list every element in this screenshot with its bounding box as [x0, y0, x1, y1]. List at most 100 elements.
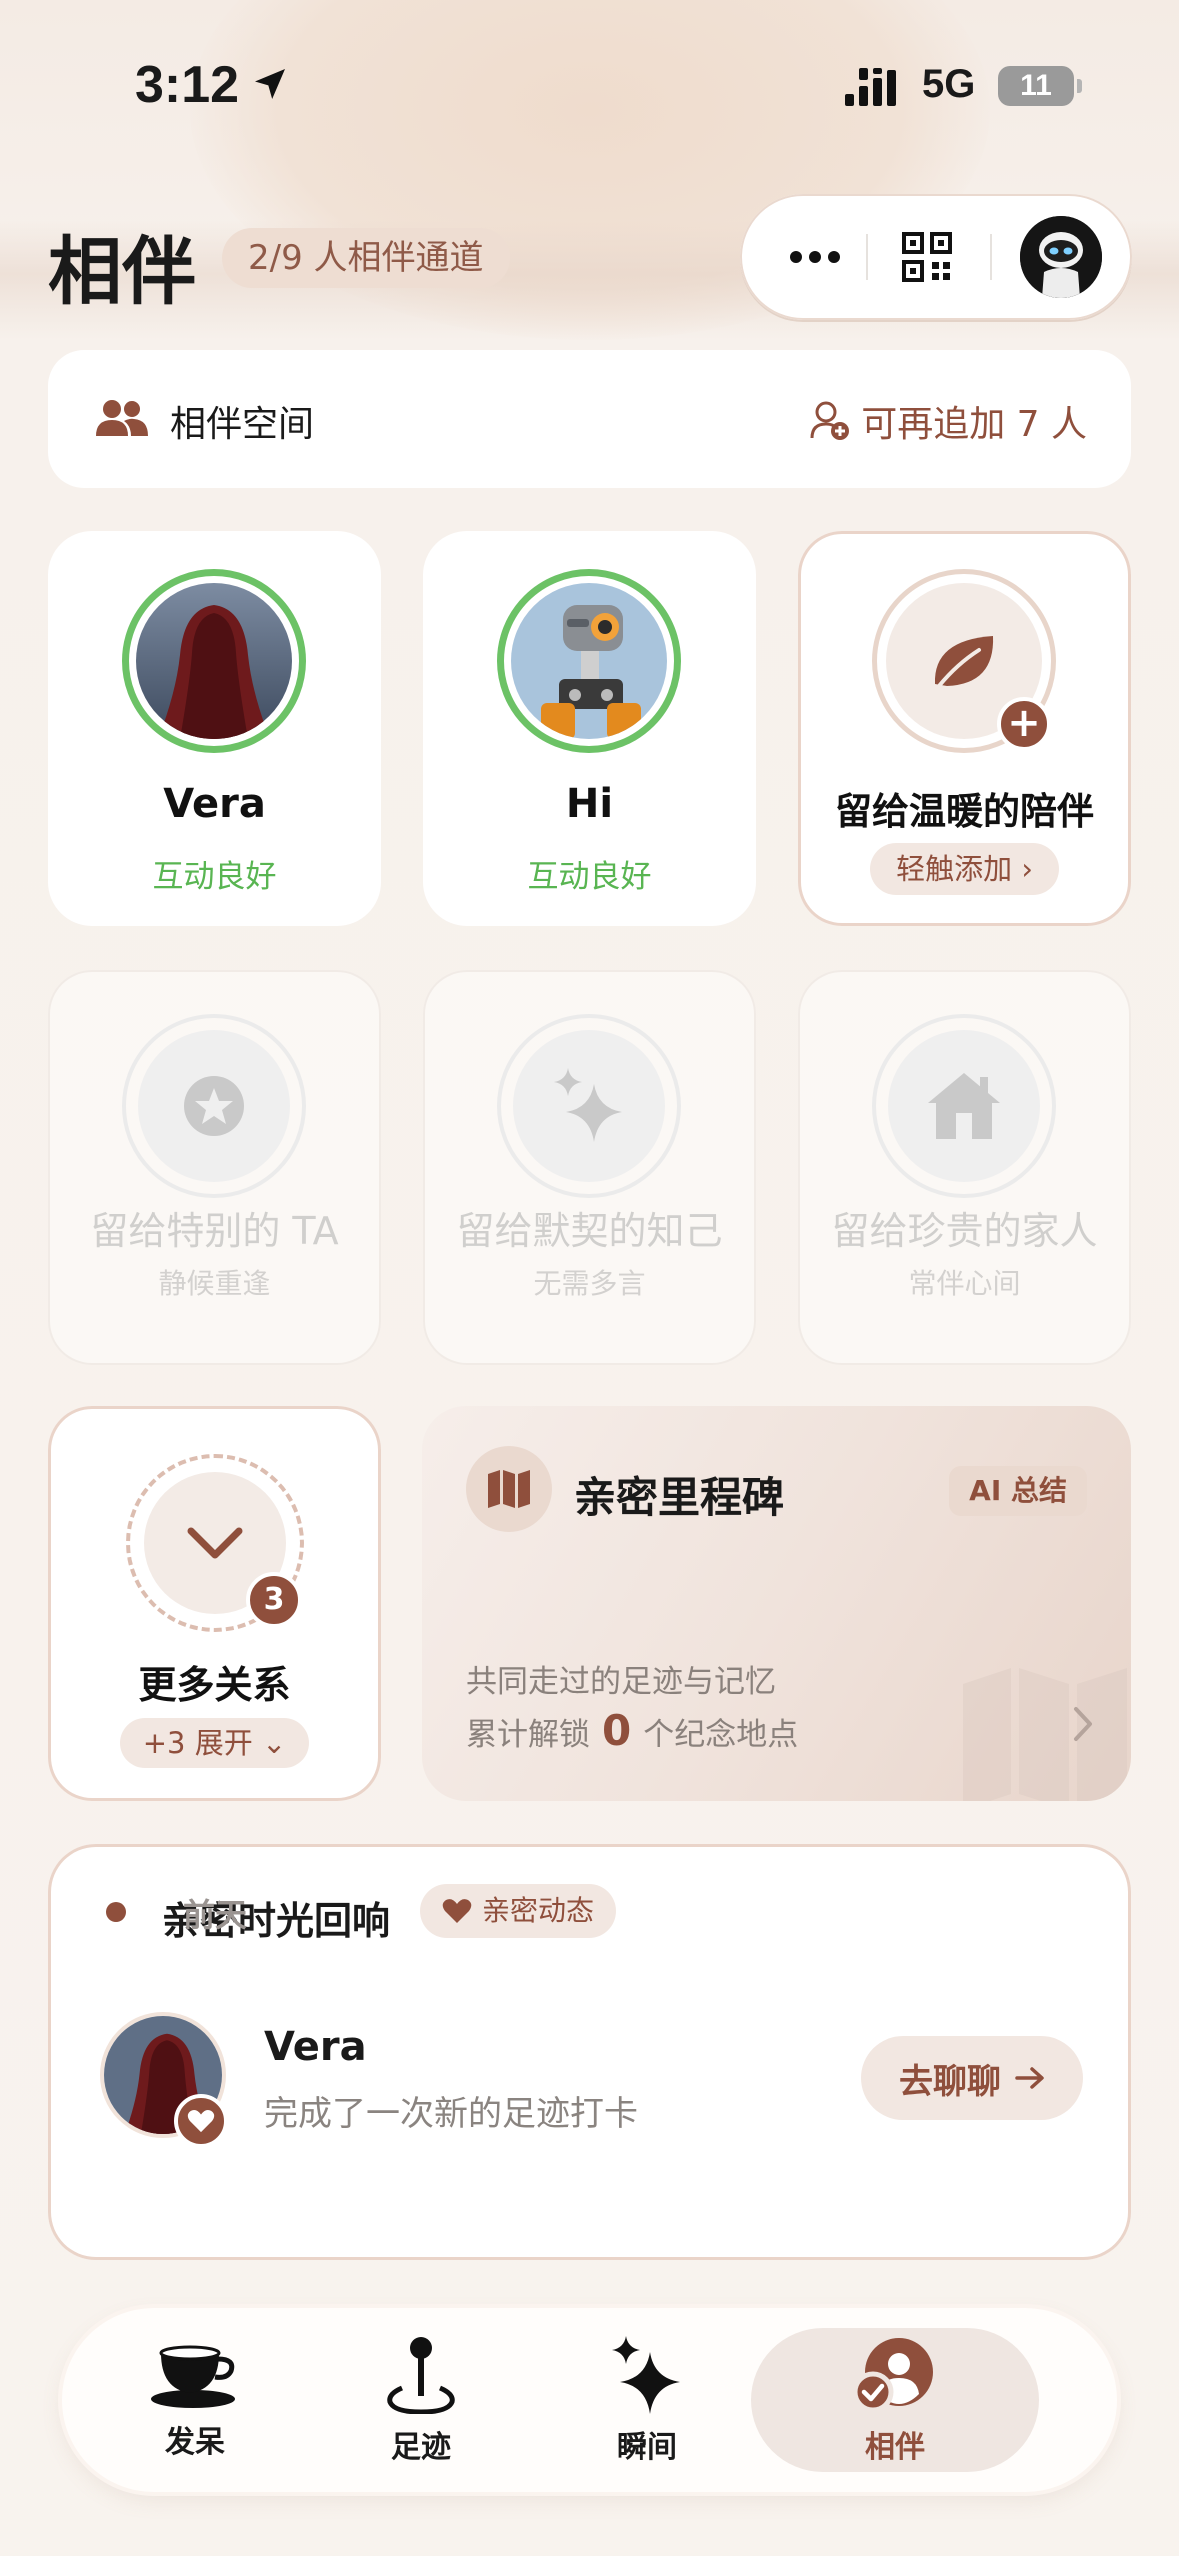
avatar-ring: [122, 569, 306, 753]
qr-code-button[interactable]: [902, 232, 952, 286]
tab-label: 相伴: [865, 2430, 925, 2465]
bottom-tab-bar: 发呆 足迹 瞬间 相伴: [62, 2308, 1117, 2492]
hooded-figure-photo: [136, 583, 292, 739]
placeholder-title: 留给珍贵的家人: [831, 1209, 1098, 1253]
placeholder-circle: [513, 1030, 665, 1182]
page-title: 相伴: [48, 229, 196, 315]
coffee-cup-icon: [151, 2345, 235, 2408]
robot-photo: [511, 583, 667, 739]
companion-card-vera[interactable]: Vera 互动良好: [48, 531, 381, 926]
tab-label: 发呆: [165, 2425, 225, 2460]
people-icon: [96, 400, 148, 436]
hidden-count-badge: 3: [246, 1572, 302, 1628]
star-icon: [184, 1076, 244, 1136]
tab-footprint[interactable]: 足迹: [298, 2328, 544, 2472]
avatar-ring: [497, 569, 681, 753]
echo-user-name: Vera: [264, 2024, 367, 2070]
profile-avatar[interactable]: [1020, 216, 1102, 298]
placeholder-title: 留给特别的 TA: [90, 1209, 339, 1253]
companion-space-bar: 相伴空间 可再追加 7 人: [48, 350, 1131, 488]
companion-status: 互动良好: [527, 859, 652, 895]
stat-value: 0: [602, 1706, 632, 1755]
add-companion-label: 可再追加 7 人: [861, 404, 1087, 445]
companion-icon: [852, 2338, 933, 2413]
placeholder-ring: [497, 1014, 681, 1198]
milestone-description: 共同走过的足迹与记忆: [466, 1664, 776, 1700]
sparkle-icon: [554, 1068, 622, 1142]
more-dots-icon: [790, 251, 840, 263]
placeholder-subtitle: 常伴心间: [908, 1267, 1021, 1300]
placeholder-circle: [138, 1030, 290, 1182]
add-user-icon: [810, 401, 850, 440]
go-chat-button[interactable]: 去聊聊: [861, 2036, 1083, 2120]
expand-label: +3 展开: [142, 1726, 253, 1760]
companion-name: Hi: [565, 781, 614, 827]
placeholder-title: 留给默契的知己: [456, 1209, 723, 1253]
tab-label: 足迹: [391, 2430, 451, 2465]
sparkle-icon: [612, 2336, 680, 2414]
milestone-stat: 累计解锁 0 个纪念地点: [466, 1706, 798, 1755]
companion-name: Vera: [163, 781, 266, 827]
placeholder-card-special[interactable]: 留给特别的 TA 静候重逢: [48, 970, 381, 1365]
location-arrow-icon: [255, 69, 285, 99]
battery-tip: [1077, 79, 1082, 93]
plus-icon: +: [997, 697, 1051, 751]
placeholder-ring: [872, 1014, 1056, 1198]
qr-code-icon: [902, 232, 952, 282]
battery-indicator: 11: [998, 66, 1074, 106]
more-relations-card[interactable]: 3 更多关系 +3 展开 ⌄: [48, 1406, 381, 1801]
chevron-right-icon: [1074, 1707, 1092, 1741]
chevron-down-small-icon: ⌄: [261, 1726, 287, 1760]
stat-suffix: 个纪念地点: [643, 1717, 799, 1753]
leaf-icon: [934, 636, 994, 688]
location-pin-icon: [387, 2337, 455, 2414]
chevron-down-icon: [187, 1527, 243, 1559]
placeholder-circle: [888, 1030, 1040, 1182]
placeholder-card-family[interactable]: 留给珍贵的家人 常伴心间: [798, 970, 1131, 1365]
milestone-title: 亲密里程碑: [574, 1473, 785, 1522]
capsule-divider: [866, 234, 868, 280]
avatar: [136, 583, 292, 739]
expand-button[interactable]: +3 展开 ⌄: [120, 1718, 309, 1768]
background-map-icon: [963, 1668, 1127, 1801]
tap-to-add-button[interactable]: 轻触添加 ›: [870, 843, 1059, 895]
tab-moment[interactable]: 瞬间: [524, 2328, 770, 2472]
placeholder-card-friend[interactable]: 留给默契的知己 无需多言: [423, 970, 756, 1365]
status-time: 3:12: [135, 56, 240, 114]
avatar: [511, 583, 667, 739]
capsule-divider: [990, 234, 992, 280]
channel-badge: 2/9 人相伴通道: [222, 228, 510, 288]
companion-status: 互动良好: [152, 859, 277, 895]
map-icon: [488, 1470, 530, 1508]
companion-space-label: 相伴空间: [170, 404, 315, 445]
add-companion-link[interactable]: 可再追加 7 人: [809, 395, 1087, 447]
add-warm-companion-card[interactable]: + 留给温暖的陪伴 轻触添加 ›: [798, 531, 1131, 926]
status-bar: 3:12 5G 11: [0, 0, 1179, 170]
house-icon: [928, 1073, 1000, 1139]
more-button[interactable]: [780, 224, 850, 290]
companion-card-hi[interactable]: Hi 互动良好: [423, 531, 756, 926]
arrow-right-icon: [1015, 2067, 1044, 2089]
stat-prefix: 累计解锁: [466, 1717, 590, 1753]
go-chat-label: 去聊聊: [899, 2061, 1001, 2102]
heart-badge: [174, 2094, 228, 2148]
section-dot: [106, 1902, 126, 1922]
echo-action-text: 完成了一次新的足迹打卡: [264, 2094, 638, 2134]
echo-time: 前天: [183, 1897, 248, 1933]
add-card-title: 留给温暖的陪伴: [835, 790, 1094, 833]
tab-daze[interactable]: 发呆: [72, 2328, 318, 2472]
heart-icon: [187, 2110, 215, 2133]
mini-program-capsule: [740, 194, 1132, 320]
tab-companion[interactable]: 相伴: [751, 2328, 1039, 2472]
intimate-moments-card: 亲密时光回响 亲密动态 前天 Vera 完成了一次新的足迹打卡 去聊聊: [48, 1844, 1131, 2260]
intimacy-milestone-card[interactable]: 亲密里程碑 AI 总结 共同走过的足迹与记忆 累计解锁 0 个纪念地点: [422, 1406, 1131, 1801]
network-type: 5G: [922, 62, 976, 106]
tap-to-add-label: 轻触添加: [896, 852, 1013, 886]
placeholder-subtitle: 无需多言: [533, 1267, 646, 1300]
ai-summary-button[interactable]: AI 总结: [949, 1466, 1087, 1516]
map-icon-circle: [466, 1446, 552, 1532]
tab-label: 瞬间: [617, 2430, 677, 2465]
chevron-right-icon: ›: [1021, 852, 1033, 886]
placeholder-ring: [122, 1014, 306, 1198]
placeholder-subtitle: 静候重逢: [158, 1267, 271, 1300]
